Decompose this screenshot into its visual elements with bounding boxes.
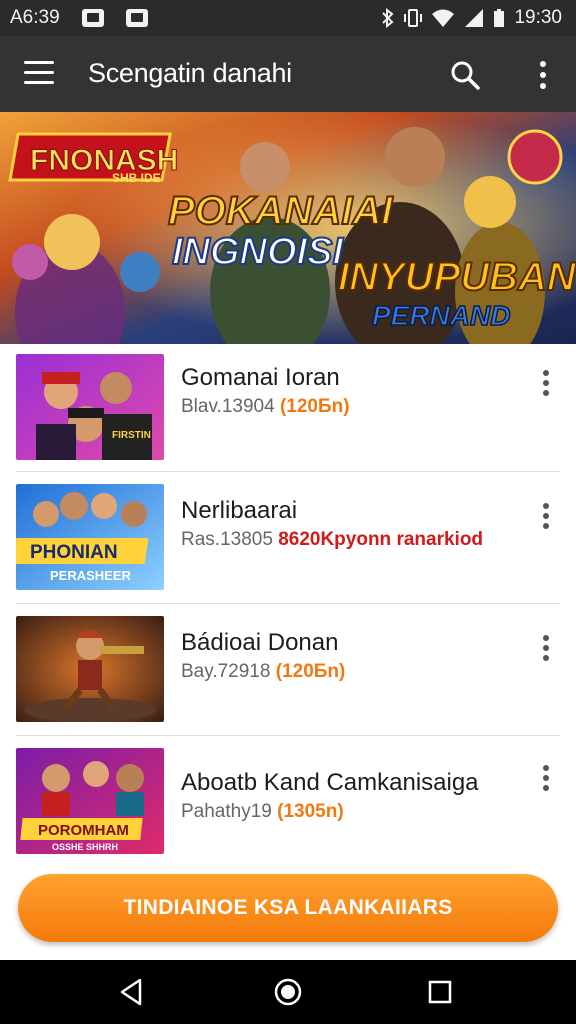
banner-headline-1: POKANAIAI [168, 189, 393, 233]
list-item[interactable]: POROMHAM OSSHE SHHRH Aboatb Kand Camkani… [0, 739, 576, 871]
thumbnail-image [16, 616, 164, 722]
thumbnail-caption: POROMHAM [38, 822, 129, 839]
divider [16, 603, 560, 604]
search-icon[interactable] [448, 58, 482, 92]
item-meta: Bay.72918 (120Бn) [181, 661, 345, 683]
banner-logo: FNONASH SHB IDE [8, 132, 179, 185]
system-nav-bar [0, 960, 576, 1024]
battery-icon [494, 9, 505, 27]
thumbnail-image: FIRSTIN [16, 354, 164, 460]
thumbnail-caption: PHONIAN [30, 542, 118, 563]
divider [16, 471, 560, 472]
status-bar: A6:39 19:30 [0, 0, 576, 36]
more-vert-icon[interactable] [536, 370, 556, 400]
primary-action-button[interactable]: TINDIAINOE KSA LAANKAIIARS [18, 874, 558, 942]
status-time-left: A6:39 [10, 7, 60, 28]
signal-icon [465, 9, 484, 27]
list-item[interactable]: PHONIAN PERASHEER Nerlibaarai Ras.13805 … [0, 475, 576, 607]
banner-logo-sub: SHB IDE [112, 171, 161, 185]
divider [16, 735, 560, 736]
app-title: Scengatin danahi [88, 58, 292, 88]
notification-icon [81, 9, 104, 27]
item-meta: Ras.13805 8620Kpyonn ranarkiod [181, 529, 483, 551]
item-title: Gomanai Ioran [181, 364, 340, 391]
banner-headline-3: INYUPUBAN [338, 255, 576, 299]
item-price: (120Бn) [275, 661, 346, 682]
item-price: 8620Kpyonn ranarkiod [278, 529, 484, 550]
item-title: Bádioai Donan [181, 629, 339, 656]
more-vert-icon[interactable] [536, 635, 556, 665]
banner-headline-4: PERNAND [372, 300, 510, 331]
app-bar: Scengatin danahi [0, 36, 576, 112]
item-meta-prefix: Bay.72918 [181, 661, 271, 682]
item-meta: Pahathy19 (1305n) [181, 801, 344, 823]
thumbnail-subcaption: PERASHEER [50, 568, 132, 583]
more-vert-icon[interactable] [530, 58, 556, 92]
status-time-right: 19:30 [514, 7, 562, 28]
recents-icon[interactable] [424, 976, 456, 1008]
list-item[interactable]: Bádioai Donan Bay.72918 (120Бn) [0, 607, 576, 739]
item-price: (120Бn) [279, 396, 350, 417]
wifi-icon [432, 9, 455, 27]
item-meta-prefix: Pahathy19 [181, 801, 272, 822]
notification-icon [125, 9, 148, 27]
item-title: Aboatb Kand Camkanisaiga [181, 769, 479, 796]
thumbnail-image: POROMHAM OSSHE SHHRH [16, 748, 164, 854]
featured-banner[interactable]: FNONASH SHB IDE POKANAIAI INGNOISI INYUP… [0, 112, 576, 344]
thumbnail-subcaption: OSSHE SHHRH [52, 842, 118, 852]
back-icon[interactable] [116, 976, 148, 1008]
item-meta: Blav.13904 (120Бn) [181, 396, 350, 418]
item-meta-prefix: Ras.13805 [181, 529, 273, 550]
thumbnail-image: PHONIAN PERASHEER [16, 484, 164, 590]
more-vert-icon[interactable] [536, 765, 556, 795]
bluetooth-icon [382, 8, 394, 28]
home-icon[interactable] [272, 976, 304, 1008]
item-price: (1305n) [277, 801, 344, 822]
banner-headline-2: INGNOISI [172, 231, 344, 273]
menu-icon[interactable] [24, 61, 54, 87]
list-item[interactable]: FIRSTIN Gomanai Ioran Blav.13904 (120Бn) [0, 344, 576, 476]
more-vert-icon[interactable] [536, 503, 556, 533]
item-meta-prefix: Blav.13904 [181, 396, 275, 417]
vibrate-icon [404, 9, 423, 27]
item-title: Nerlibaarai [181, 497, 298, 524]
thumbnail-caption: FIRSTIN [112, 430, 151, 441]
